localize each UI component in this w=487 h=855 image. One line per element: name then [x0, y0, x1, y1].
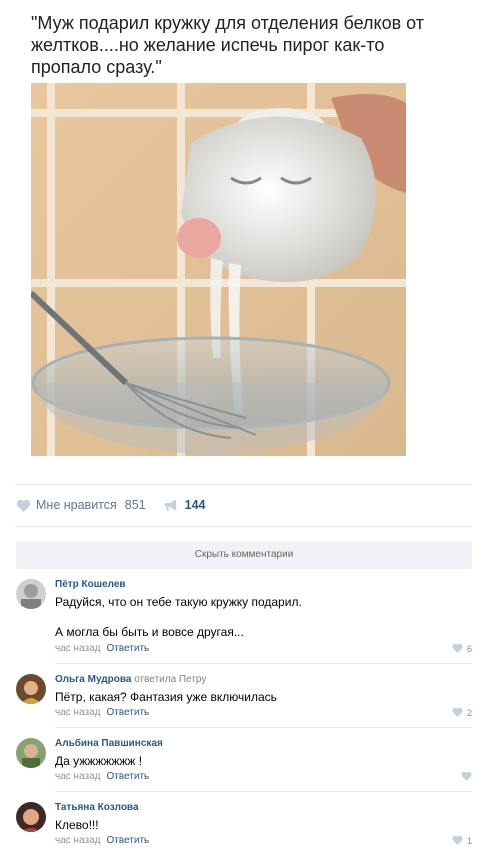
reply-link[interactable]: Ответить: [107, 707, 150, 718]
post-photo[interactable]: [31, 83, 406, 456]
comment-like-button[interactable]: [461, 771, 472, 783]
hide-comments-button[interactable]: Скрыть комментарии: [16, 541, 472, 569]
comment-text: Клево!!!: [55, 818, 99, 832]
divider: [55, 663, 472, 664]
photo-illustration: [31, 83, 406, 456]
comment-meta: час назад Ответить: [55, 707, 149, 718]
avatar[interactable]: [16, 738, 46, 768]
comment-like-button[interactable]: 6: [452, 643, 472, 655]
reply-link[interactable]: Ответить: [107, 643, 150, 654]
comment-author[interactable]: Ольга Мудрова: [55, 674, 131, 685]
heart-icon: [16, 499, 31, 512]
comment-time[interactable]: час назад: [55, 771, 101, 782]
share-icon: [164, 498, 179, 512]
comment-text: А могла бы быть и вовсе другая...: [55, 625, 244, 639]
comment-like-button[interactable]: 2: [452, 707, 472, 719]
avatar[interactable]: [16, 579, 46, 609]
like-count: 851: [124, 498, 146, 512]
heart-icon: [461, 771, 472, 783]
comment-text: Пётр, какая? Фантазия уже включилась: [55, 690, 277, 704]
post-actions: Мне нравится 851 144: [16, 496, 206, 514]
comment-author[interactable]: Альбина Павшинская: [55, 738, 163, 749]
comment-text: Радуйся, что он тебе такую кружку подари…: [55, 595, 302, 609]
avatar[interactable]: [16, 674, 46, 704]
comment-like-count: 6: [466, 644, 472, 654]
comment-like-count: 2: [466, 708, 472, 718]
divider: [55, 727, 472, 728]
comment: Татьяна Козлова Клево!!! час назад Ответи…: [16, 802, 472, 852]
comment-author[interactable]: Пётр Кошелев: [55, 579, 126, 590]
comment: Ольга Мудрова ответила Петру Пётр, какая…: [16, 674, 472, 724]
comment-like-count: 1: [466, 836, 472, 846]
reply-link[interactable]: Ответить: [107, 835, 150, 846]
comment-time[interactable]: час назад: [55, 643, 101, 654]
heart-icon: [452, 707, 463, 719]
comment-text: Да ужжжжжжж !: [55, 754, 143, 768]
replied-to[interactable]: ответила Петру: [134, 674, 206, 685]
comment-like-button[interactable]: 1: [452, 835, 472, 847]
heart-icon: [452, 643, 463, 655]
comment: Альбина Павшинская Да ужжжжжжж ! час наз…: [16, 738, 472, 788]
divider: [15, 484, 472, 485]
reply-link[interactable]: Ответить: [107, 771, 150, 782]
heart-icon: [452, 835, 463, 847]
like-label: Мне нравится: [36, 498, 117, 512]
divider: [55, 791, 472, 792]
share-button[interactable]: 144: [164, 498, 206, 512]
post-text: "Муж подарил кружку для отделения белков…: [31, 13, 425, 77]
avatar[interactable]: [16, 802, 46, 832]
share-count: 144: [184, 498, 206, 512]
comment-author[interactable]: Татьяна Козлова: [55, 802, 139, 813]
comment-meta: час назад Ответить: [55, 643, 149, 654]
comment-time[interactable]: час назад: [55, 835, 101, 846]
comment-meta: час назад Ответить: [55, 771, 149, 782]
comment: Пётр Кошелев Радуйся, что он тебе такую …: [16, 579, 472, 659]
comment-meta: час назад Ответить: [55, 835, 149, 846]
divider: [15, 526, 472, 527]
like-button[interactable]: Мне нравится 851: [16, 498, 146, 512]
comment-time[interactable]: час назад: [55, 707, 101, 718]
